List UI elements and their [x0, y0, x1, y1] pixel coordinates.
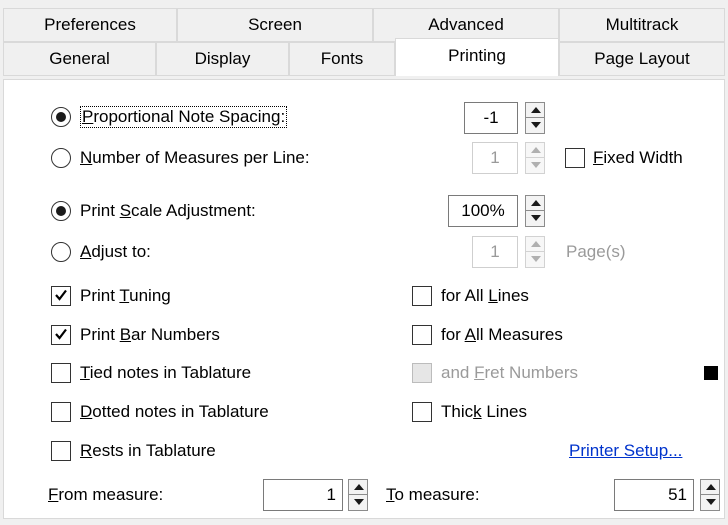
- spin-down-icon[interactable]: [525, 118, 545, 134]
- checkmark-icon: [55, 328, 67, 340]
- from-measure-value[interactable]: 1: [263, 479, 343, 511]
- adjust-to-label: Adjust to:: [80, 242, 151, 261]
- print-scale-value[interactable]: 100%: [448, 195, 518, 227]
- to-measure-spinner[interactable]: [700, 479, 720, 511]
- spin-down-icon[interactable]: [525, 252, 545, 268]
- fret-numbers-checkbox[interactable]: [412, 363, 432, 383]
- tied-notes-checkbox[interactable]: [51, 363, 71, 383]
- all-lines-checkbox[interactable]: [412, 286, 432, 306]
- tab-page-layout[interactable]: Page Layout: [559, 42, 725, 76]
- dotted-notes-checkbox[interactable]: [51, 402, 71, 422]
- proportional-spacing-spinner[interactable]: [525, 102, 545, 134]
- from-measure-label: From measure:: [48, 485, 164, 504]
- spin-down-icon[interactable]: [525, 211, 545, 227]
- spin-up-icon[interactable]: [525, 195, 545, 211]
- tab-multitrack[interactable]: Multitrack: [559, 8, 725, 42]
- color-swatch[interactable]: [704, 366, 718, 380]
- tab-advanced[interactable]: Advanced: [373, 8, 559, 42]
- all-lines-label: for All Lines: [441, 286, 529, 305]
- spin-up-icon[interactable]: [348, 479, 368, 495]
- thick-lines-checkbox[interactable]: [412, 402, 432, 422]
- rests-checkbox[interactable]: [51, 441, 71, 461]
- to-measure-value[interactable]: 51: [614, 479, 694, 511]
- all-measures-label: for All Measures: [441, 325, 563, 344]
- to-measure-label: To measure:: [386, 485, 480, 504]
- print-tuning-label: Print Tuning: [80, 286, 171, 305]
- print-scale-label: Print Scale Adjustment:: [80, 201, 256, 220]
- measures-per-line-value[interactable]: 1: [472, 142, 518, 174]
- adjust-to-unit: Page(s): [566, 242, 626, 261]
- printer-setup-link[interactable]: Printer Setup...: [569, 440, 682, 462]
- measures-per-line-spinner[interactable]: [525, 142, 545, 174]
- thick-lines-label: Thick Lines: [441, 402, 527, 421]
- fixed-width-label: Fixed Width: [593, 148, 683, 167]
- measures-per-line-radio[interactable]: [51, 148, 71, 168]
- tab-printing[interactable]: Printing: [395, 38, 559, 76]
- spin-down-icon[interactable]: [700, 495, 720, 511]
- spin-up-icon[interactable]: [700, 479, 720, 495]
- tab-fonts[interactable]: Fonts: [289, 42, 395, 76]
- adjust-to-value[interactable]: 1: [472, 236, 518, 268]
- print-tuning-checkbox[interactable]: [51, 286, 71, 306]
- adjust-to-spinner[interactable]: [525, 236, 545, 268]
- all-measures-checkbox[interactable]: [412, 325, 432, 345]
- fixed-width-checkbox[interactable]: [565, 148, 585, 168]
- proportional-spacing-radio[interactable]: [51, 107, 71, 127]
- tab-screen[interactable]: Screen: [177, 8, 373, 42]
- rests-label: Rests in Tablature: [80, 441, 216, 460]
- adjust-to-radio[interactable]: [51, 242, 71, 262]
- proportional-spacing-label: Proportional Note Spacing:: [80, 106, 288, 128]
- from-measure-spinner[interactable]: [348, 479, 368, 511]
- tab-display[interactable]: Display: [156, 42, 289, 76]
- proportional-spacing-value[interactable]: -1: [464, 102, 518, 134]
- tab-general[interactable]: General: [3, 42, 156, 76]
- print-bar-numbers-checkbox[interactable]: [51, 325, 71, 345]
- tied-notes-label: Tied notes in Tablature: [80, 363, 252, 382]
- measures-per-line-label: Number of Measures per Line:: [80, 148, 310, 167]
- spin-down-icon[interactable]: [525, 158, 545, 174]
- spin-up-icon[interactable]: [525, 236, 545, 252]
- print-bar-numbers-label: Print Bar Numbers: [80, 325, 220, 344]
- print-scale-spinner[interactable]: [525, 195, 545, 227]
- checkmark-icon: [55, 289, 67, 301]
- dotted-notes-label: Dotted notes in Tablature: [80, 402, 269, 421]
- spin-down-icon[interactable]: [348, 495, 368, 511]
- spin-up-icon[interactable]: [525, 142, 545, 158]
- spin-up-icon[interactable]: [525, 102, 545, 118]
- fret-numbers-label: and Fret Numbers: [441, 363, 579, 382]
- tab-preferences[interactable]: Preferences: [3, 8, 177, 42]
- print-scale-radio[interactable]: [51, 201, 71, 221]
